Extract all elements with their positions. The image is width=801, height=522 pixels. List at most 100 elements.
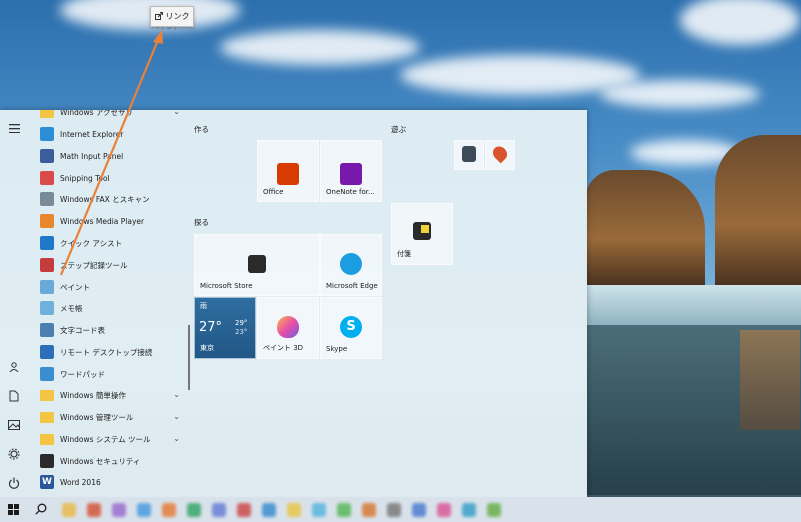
tile-weather[interactable]: 雨 27° 29° 23° 東京 [194,297,256,359]
app-list-label: ワードパッド [60,369,105,379]
tile-label: Office [263,188,284,196]
app-list-item[interactable]: Internet Explorer [28,124,188,144]
taskbar-app-icon[interactable] [487,503,501,517]
document-icon[interactable] [4,386,24,406]
tile-label: OneNote for... [326,188,375,196]
app-list-item[interactable]: ペイント [28,277,188,297]
app-list-item[interactable]: クイック アシスト [28,233,188,253]
app-list-item[interactable]: メモ帳 [28,298,188,318]
app-list: Windows アクセサリ ⌄ Internet Explorer Math Inpu… [28,110,190,498]
tile-office[interactable]: Office [257,140,319,202]
app-list-item[interactable]: ステップ記録ツール [28,255,188,275]
taskbar-app-icon[interactable] [262,503,276,517]
app-list-item[interactable]: W Word 2016 [28,472,188,492]
app-list-label: Math Input Panel [60,151,124,161]
tooltip-text: リンク [165,12,190,21]
folder-icon [40,433,54,445]
taskbar-app-icon[interactable] [112,503,126,517]
tile-paint-3d[interactable]: ペイント 3D [257,297,319,359]
app-list-item[interactable]: Windows Media Player [28,211,188,231]
app-list-item[interactable]: Windows システム ツール ⌄ [28,429,188,449]
taskbar-app-icon[interactable] [287,503,301,517]
taskbar-app-icon[interactable] [237,503,251,517]
pictures-icon[interactable] [4,415,24,435]
taskbar-app-icon[interactable] [387,503,401,517]
app-list-label: Word 2016 [60,477,101,487]
app-list-item[interactable]: Snipping Tool [28,168,188,188]
folder-icon [40,389,54,401]
remote-desktop-icon [40,345,54,359]
tile-label: 付箋 [397,250,411,258]
app-list-item[interactable]: Windows 簡単操作 ⌄ [28,385,188,405]
quick-assist-icon [40,236,54,250]
taskbar-app-icon[interactable] [162,503,176,517]
app-list-label: Internet Explorer [60,129,124,139]
app-list-label: Windows 簡単操作 [60,390,126,400]
taskbar-app-icon[interactable] [62,503,76,517]
tile-sticky-notes[interactable]: 付箋 [391,203,453,265]
weather-high: 29° [235,319,248,327]
app-list-item[interactable]: 文字コード表 [28,320,188,340]
media-player-icon [40,214,54,228]
weather-city: 東京 [200,344,214,352]
app-list-label: Windows システム ツール [60,434,151,444]
app-list-label: Windows FAX とスキャン [60,194,150,204]
taskbar-app-icon[interactable] [137,503,151,517]
app-list-label: ペイント [60,282,90,292]
taskbar-app-icon[interactable] [437,503,451,517]
shield-icon [40,454,54,468]
tile-microsoft-store[interactable]: Microsoft Store [194,234,320,296]
tile-microsoft-edge[interactable]: Microsoft Edge [320,234,382,296]
chevron-down-icon: ⌄ [173,412,180,421]
taskbar [0,497,801,522]
chevron-down-icon: ⌄ [173,390,180,399]
tile-maps[interactable] [485,140,515,170]
app-list-label: Windows セキュリティ [60,456,141,466]
group-title-create: 作る [194,125,209,134]
taskbar-app-icon[interactable] [337,503,351,517]
app-list-label: Windows 管理ツール [60,412,134,422]
maps-icon [490,143,510,164]
notepad-icon [40,301,54,315]
tile-skype[interactable]: S Skype [320,297,382,359]
taskbar-app-icon[interactable] [412,503,426,517]
chevron-down-icon: ⌄ [173,110,180,116]
power-icon[interactable] [4,473,24,493]
start-menu: Windows アクセサリ ⌄ Internet Explorer Math Inpu… [0,110,587,498]
app-list-item[interactable]: ワードパッド [28,364,188,384]
settings-icon[interactable] [4,444,24,464]
tile-label: ペイント 3D [263,344,304,352]
app-list-item[interactable]: リモート デスクトップ接続 [28,342,188,362]
app-list-scrollbar[interactable] [188,325,190,390]
taskbar-app-icon[interactable] [87,503,101,517]
paint3d-icon [277,316,299,338]
user-icon[interactable] [4,357,24,377]
word-icon: W [40,475,54,489]
start-button[interactable] [8,504,19,517]
paint-icon [40,280,54,294]
weather-low: 23° [235,328,248,336]
taskbar-app-icon[interactable] [187,503,201,517]
tile-label: Microsoft Store [200,282,253,290]
weather-temp: 27° [199,320,223,335]
app-list-label: 文字コード表 [60,325,105,335]
app-list-item[interactable]: Windows アクセサリ ⌄ [28,110,188,122]
app-list-label: ステップ記録ツール [60,260,128,270]
link-tooltip: リンク [150,6,194,27]
hamburger-icon[interactable] [4,118,24,138]
tile-onenote[interactable]: OneNote for... [320,140,382,202]
app-list-item[interactable]: Windows 管理ツール ⌄ [28,407,188,427]
taskbar-app-icon[interactable] [212,503,226,517]
taskbar-app-icon[interactable] [362,503,376,517]
app-list-item[interactable]: Windows セキュリティ [28,451,188,471]
app-list-item[interactable]: Math Input Panel [28,146,188,166]
steps-recorder-icon [40,258,54,272]
app-list-label: Windows Media Player [60,216,145,226]
internet-explorer-icon [40,127,54,141]
tile-calculator[interactable] [454,140,484,170]
taskbar-app-icon[interactable] [312,503,326,517]
search-icon[interactable] [35,503,47,517]
app-list-item[interactable]: Windows FAX とスキャン [28,189,188,209]
math-input-icon [40,149,54,163]
taskbar-app-icon[interactable] [462,503,476,517]
